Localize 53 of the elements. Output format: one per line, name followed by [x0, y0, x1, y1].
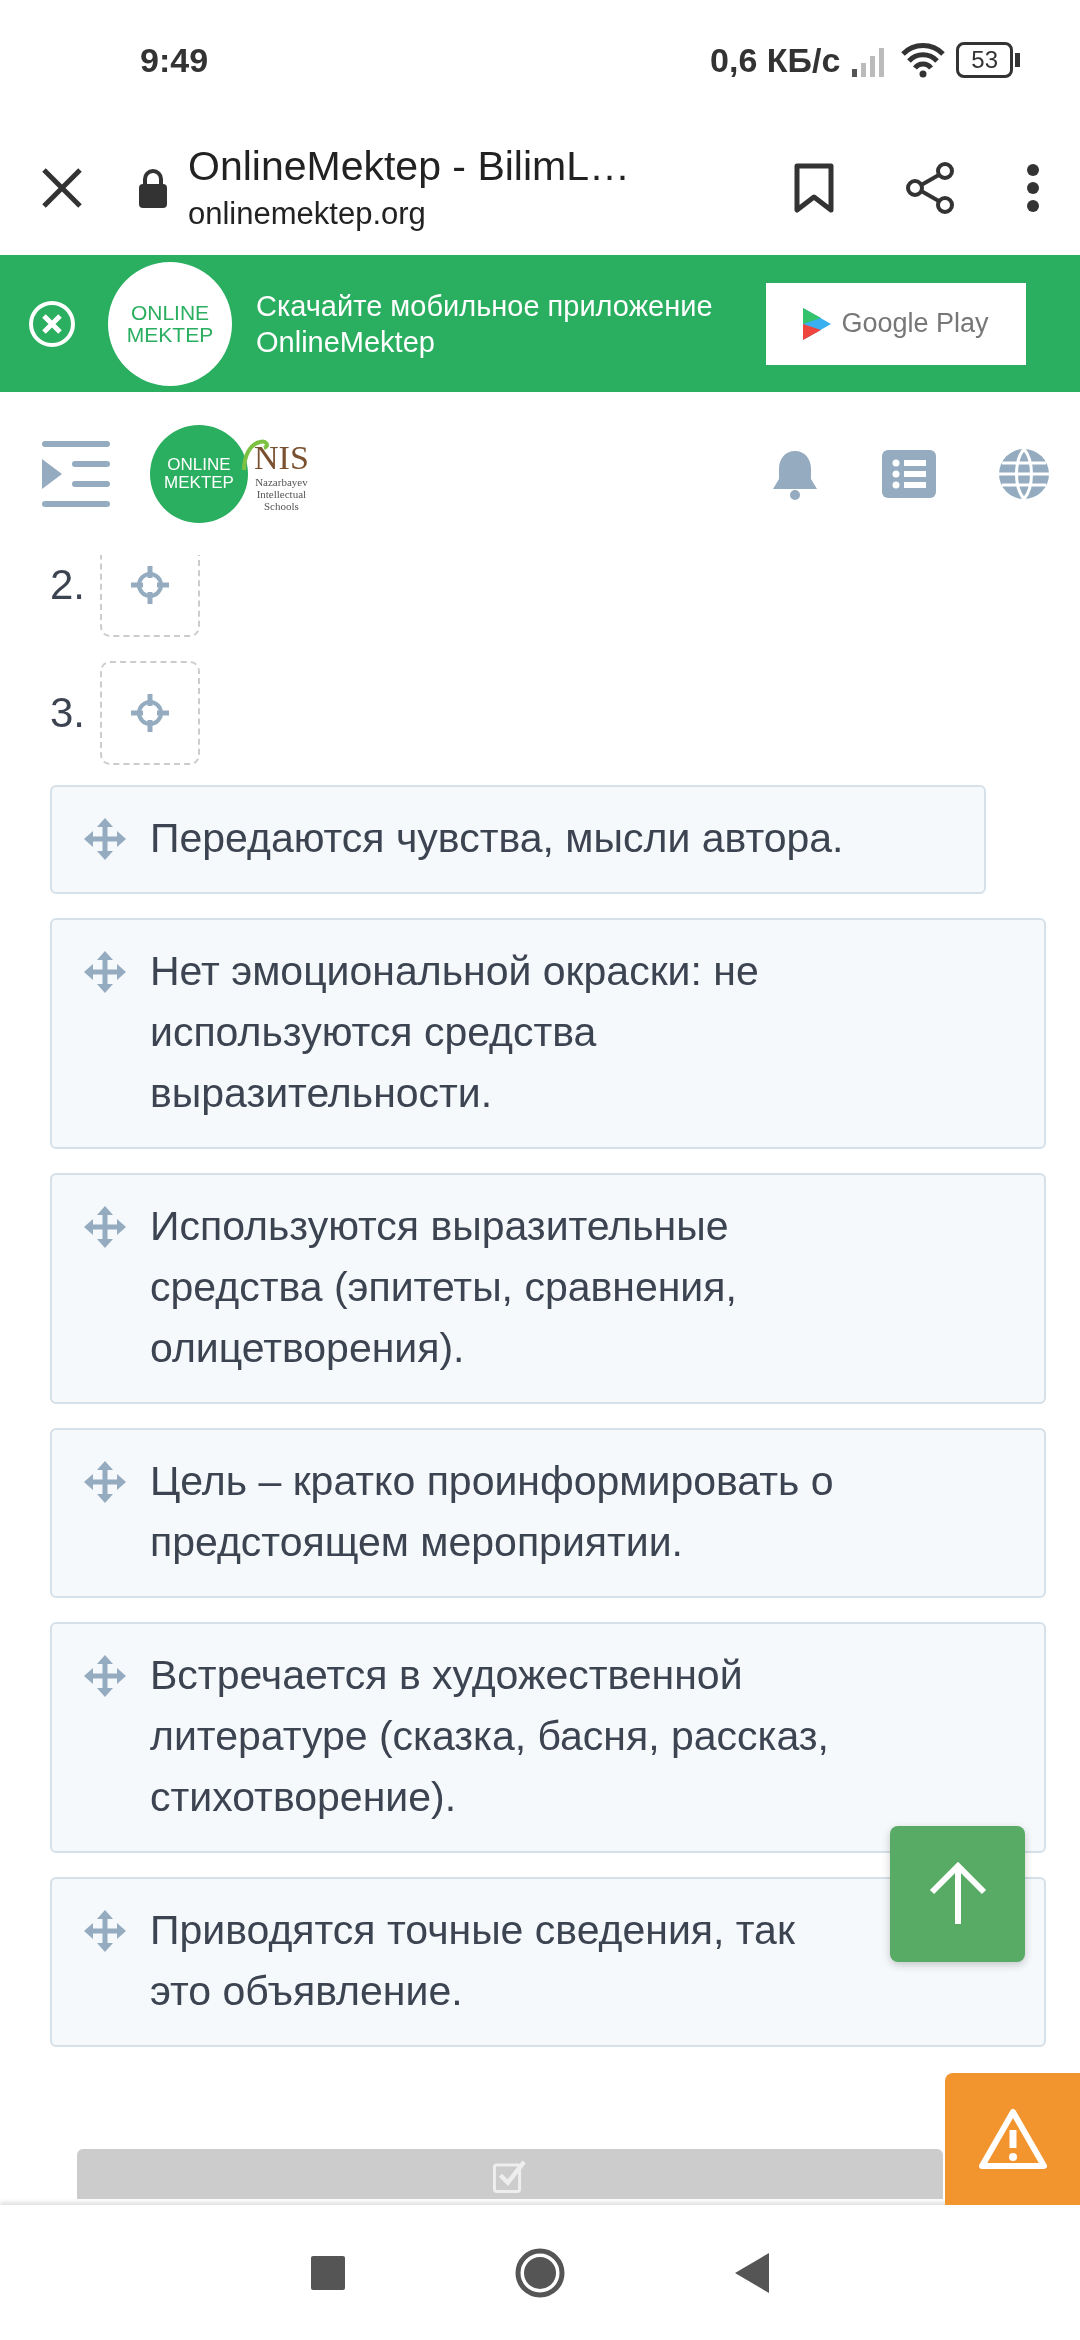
move-icon [82, 1908, 128, 1954]
lock-icon [138, 167, 168, 208]
drop-slot[interactable] [100, 661, 200, 765]
answer-text: Приводятся точные сведения, так это объявление. [150, 1906, 795, 2016]
report-button[interactable] [945, 2073, 1080, 2205]
slot-number: 3. [50, 689, 86, 737]
move-icon [82, 816, 128, 862]
battery-level: 53 [956, 42, 1013, 78]
move-icon [82, 1653, 128, 1699]
recents-button[interactable] [311, 2255, 345, 2290]
move-icon [82, 949, 128, 995]
answer-card[interactable]: Передаются чувства, мысли автора. [50, 785, 986, 894]
app-logo: ONLINE MEKTEP [108, 261, 232, 386]
wifi-icon [900, 42, 947, 78]
partner-logo-text: NIS [254, 439, 309, 476]
check-icon [493, 2159, 527, 2193]
drop-slot[interactable] [100, 555, 200, 637]
page-title: OnlineMektep - BilimL… [188, 143, 632, 190]
back-button[interactable] [735, 2252, 769, 2293]
play-icon [803, 307, 832, 340]
answer-card[interactable]: Нет эмоциональной окраски: не используются средства выразительности. [50, 918, 1046, 1149]
answer-text: Цель – кратко проинформировать о предстоящем мероприятии. [150, 1457, 834, 1567]
list-icon[interactable] [882, 449, 936, 498]
scroll-top-button[interactable] [890, 1826, 1025, 1962]
answer-card[interactable]: Встречается в художественной литературе (сказка, басня, рассказ, стихотворение). [50, 1622, 1046, 1853]
globe-icon[interactable] [998, 447, 1050, 500]
network-speed: 0,6 КБ/с [710, 40, 841, 80]
page-url: onlinemektep.org [188, 196, 427, 232]
move-icon [82, 1459, 128, 1505]
share-icon[interactable] [904, 159, 956, 216]
partner-name: Nazarbayev Intellectual Schools [255, 475, 308, 512]
slot-number: 2. [50, 561, 86, 609]
banner-text: Скачайте мобильное приложение OnlineMektep [256, 288, 714, 360]
answer-text: Нет эмоциональной окраски: не используются средства выразительности. [150, 947, 759, 1118]
home-button[interactable] [515, 2247, 565, 2298]
crosshair-icon [131, 566, 169, 604]
more-icon[interactable] [1026, 162, 1040, 213]
answer-card[interactable]: Используются выразительные средства (эпитеты, сравнения, олицетворения). [50, 1173, 1046, 1404]
battery-tip [1015, 53, 1020, 67]
answer-card[interactable]: Цель – кратко проинформировать о предстоящем мероприятии. [50, 1428, 1046, 1598]
up-arrow-icon [927, 1862, 988, 1926]
answer-text: Встречается в художественной литературе (сказка, басня, рассказ, стихотворение). [150, 1651, 829, 1822]
close-icon[interactable] [40, 165, 84, 210]
answer-text: Используются выразительные средства (эпитеты, сравнения, олицетворения). [150, 1202, 737, 1373]
answer-card[interactable]: Приводятся точные сведения, так это объявление. [50, 1877, 1046, 2047]
clock-time: 9:49 [140, 40, 209, 80]
move-icon [82, 1204, 128, 1250]
google-play-badge[interactable]: Google Play [766, 282, 1026, 365]
warning-icon [977, 2108, 1048, 2170]
crosshair-icon [131, 694, 169, 732]
menu-icon[interactable] [42, 440, 110, 507]
bookmark-icon[interactable] [794, 162, 834, 213]
answer-text: Передаются чувства, мысли автора. [150, 814, 844, 863]
